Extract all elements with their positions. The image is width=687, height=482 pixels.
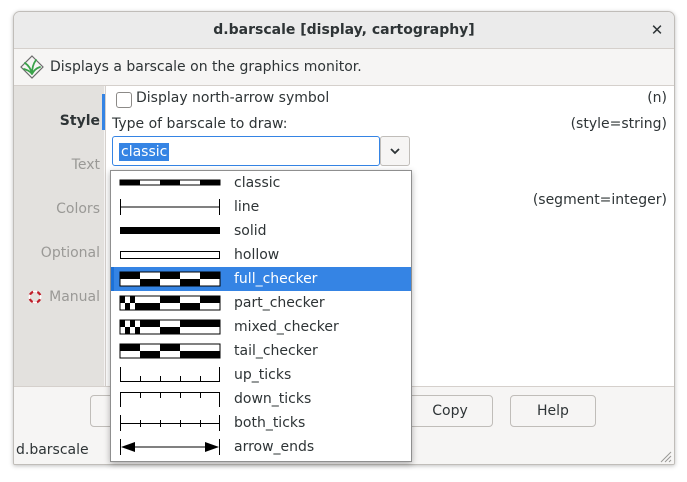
full-checker-barscale-icon [119, 271, 221, 287]
dropdown-option-hollow[interactable]: hollow [111, 243, 411, 267]
lifebuoy-icon [28, 290, 42, 304]
tab-colors[interactable]: Colors [14, 194, 100, 224]
style-combo-input[interactable]: classic [112, 136, 380, 166]
dropdown-option-both-ticks[interactable]: both_ticks [111, 411, 411, 435]
style-combo-value: classic [119, 143, 170, 161]
option-label: tail_checker [234, 343, 318, 359]
sidebar: Style Text Colors Optional Manual [14, 86, 104, 386]
description-bar: Displays a barscale on the graphics moni… [14, 49, 674, 86]
window-title: d.barscale [display, cartography] [213, 22, 475, 38]
resize-grip-icon[interactable] [658, 449, 672, 463]
dropdown-option-mixed-checker[interactable]: mixed_checker [111, 315, 411, 339]
dropdown-option-up-ticks[interactable]: up_ticks [111, 363, 411, 387]
close-icon[interactable]: ✕ [648, 21, 666, 39]
option-label: down_ticks [234, 391, 312, 407]
dropdown-option-arrow-ends[interactable]: arrow_ends [111, 435, 411, 459]
option-label: both_ticks [234, 415, 306, 431]
dropdown-option-tail-checker[interactable]: tail_checker [111, 339, 411, 363]
dropdown-option-line[interactable]: line [111, 195, 411, 219]
dropdown-option-down-ticks[interactable]: down_ticks [111, 387, 411, 411]
title-bar: d.barscale [display, cartography] ✕ [14, 12, 674, 49]
style-param: (style=string) [570, 116, 667, 132]
segment-param: (segment=integer) [532, 192, 667, 208]
option-label: hollow [234, 247, 280, 263]
option-label: solid [234, 223, 267, 239]
style-dropdown-list: classic line solid hollow full_checker p… [110, 170, 412, 462]
grass-logo-icon [20, 55, 44, 79]
line-barscale-icon [120, 199, 220, 215]
tab-manual[interactable]: Manual [14, 282, 100, 312]
classic-barscale-icon [119, 179, 221, 186]
selection-indicator [111, 267, 114, 291]
tail-checker-barscale-icon [119, 343, 221, 359]
tab-text[interactable]: Text [14, 150, 100, 180]
option-label: line [234, 199, 260, 215]
status-bar: d.barscale [16, 442, 89, 458]
tab-manual-label: Manual [49, 289, 100, 305]
option-label: arrow_ends [234, 439, 315, 455]
chevron-down-icon [390, 148, 400, 155]
option-label: mixed_checker [234, 319, 339, 335]
option-label: classic [234, 175, 281, 191]
tab-style[interactable]: Style [14, 106, 100, 136]
north-arrow-flag: (n) [647, 90, 667, 106]
help-button[interactable]: Help [510, 395, 596, 427]
style-combo-dropdown-button[interactable] [380, 136, 410, 166]
module-description: Displays a barscale on the graphics moni… [50, 59, 362, 75]
dropdown-option-part-checker[interactable]: part_checker [111, 291, 411, 315]
dropdown-option-solid[interactable]: solid [111, 219, 411, 243]
mixed-checker-barscale-icon [119, 319, 221, 335]
dropdown-option-classic[interactable]: classic [111, 171, 411, 195]
option-label: full_checker [234, 271, 318, 287]
option-label: part_checker [234, 295, 325, 311]
hollow-barscale-icon [120, 251, 220, 259]
copy-button[interactable]: Copy [407, 395, 493, 427]
tab-optional[interactable]: Optional [14, 238, 100, 268]
style-field-label: Type of barscale to draw: [112, 116, 288, 132]
option-label: up_ticks [234, 367, 292, 383]
north-arrow-label: Display north-arrow symbol [136, 90, 330, 106]
solid-barscale-icon [120, 227, 220, 234]
north-arrow-checkbox[interactable] [116, 92, 132, 108]
up-ticks-barscale-icon [120, 367, 220, 382]
part-checker-barscale-icon [119, 295, 221, 311]
both-ticks-barscale-icon [120, 415, 220, 431]
down-ticks-barscale-icon [120, 392, 220, 407]
dropdown-option-full-checker[interactable]: full_checker [111, 267, 411, 291]
arrow-ends-barscale-icon [120, 439, 220, 455]
